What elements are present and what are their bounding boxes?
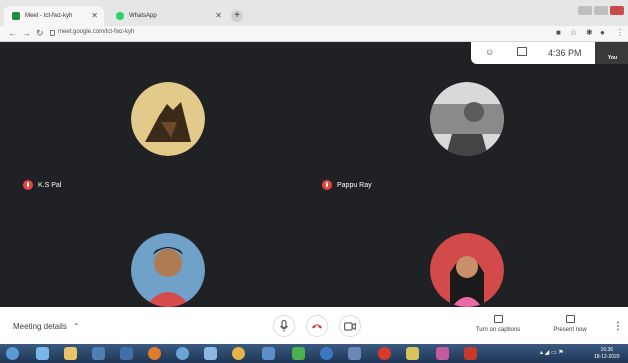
present-screen-icon <box>565 315 575 323</box>
taskbar-date: 18-12-2020 <box>594 354 620 360</box>
more-options-icon[interactable]: ⋮ <box>613 321 623 332</box>
app-icon[interactable] <box>120 347 133 360</box>
video-camera-icon <box>344 321 356 331</box>
captions-button[interactable]: Turn on captions <box>470 315 526 333</box>
firefox-icon[interactable] <box>148 347 161 360</box>
meeting-details-button[interactable]: Meeting details ⌃ <box>13 322 80 331</box>
participant-avatar-4 <box>430 233 504 307</box>
camera-icon[interactable]: ■ <box>556 28 561 37</box>
search-app-icon[interactable] <box>176 347 189 360</box>
taskbar-time: 16:36 <box>600 347 614 353</box>
tab-title: WhatsApp <box>129 13 157 19</box>
participant-name: Pappu Ray <box>337 181 372 189</box>
back-arrow-icon[interactable]: ← <box>8 28 17 38</box>
file-explorer-icon[interactable] <box>64 347 77 360</box>
close-icon[interactable]: ✕ <box>91 11 98 20</box>
whatsapp-icon <box>116 12 124 20</box>
participant-name: K.S Pal <box>38 181 62 189</box>
tab-title: Meet - tct-fwz-kyh <box>25 13 73 19</box>
meet-icon <box>12 12 20 20</box>
ie-icon[interactable] <box>36 347 49 360</box>
participant-label-ks-pal: K.S Pal <box>23 180 61 190</box>
chat-icon[interactable] <box>517 47 527 56</box>
tab-whatsapp[interactable]: WhatsApp ✕ <box>108 6 228 26</box>
participant-avatar-3 <box>131 233 205 307</box>
participant-avatar-pappu-ray <box>430 82 504 156</box>
profile-icon[interactable]: ● <box>600 28 605 37</box>
meeting-details-label: Meeting details <box>13 322 67 331</box>
lock-icon <box>50 30 55 36</box>
reload-icon[interactable]: ↻ <box>36 28 44 39</box>
app-icon[interactable] <box>204 347 217 360</box>
app-icon[interactable] <box>406 347 419 360</box>
meeting-clock: 4:36 PM <box>548 48 582 58</box>
app-icon[interactable] <box>348 347 361 360</box>
minimize-button[interactable] <box>578 6 592 15</box>
meeting-info-bar: ☺ 4:36 PM <box>471 42 595 64</box>
mic-muted-icon <box>23 180 33 190</box>
mic-muted-icon <box>322 180 332 190</box>
excel-icon[interactable] <box>292 347 305 360</box>
window-controls <box>578 6 624 15</box>
self-view-tile[interactable]: You <box>595 42 628 64</box>
new-tab-button[interactable]: + <box>231 10 243 22</box>
opera-icon[interactable] <box>378 347 391 360</box>
meeting-controls-bar: Meeting details ⌃ Turn on captions Prese… <box>0 307 628 344</box>
browser-menu-icon[interactable]: ⋮ <box>616 28 624 37</box>
bookmark-star-icon[interactable]: ☆ <box>570 28 577 37</box>
windows-taskbar: ▴ ◢ ▭ ⚑ 16:36 18-12-2020 <box>0 344 628 363</box>
taskbar-clock[interactable]: 16:36 18-12-2020 <box>594 347 620 361</box>
chevron-up-icon: ⌃ <box>73 322 80 331</box>
app-icon[interactable] <box>436 347 449 360</box>
people-icon[interactable]: ☺ <box>485 47 494 57</box>
microphone-button[interactable] <box>273 315 295 337</box>
chrome-icon[interactable] <box>232 347 245 360</box>
leave-call-button[interactable] <box>306 315 328 337</box>
app-icon[interactable] <box>262 347 275 360</box>
address-bar[interactable]: meet.google.com/tct-fwz-kyh <box>58 29 134 35</box>
microphone-icon <box>280 320 288 332</box>
self-view-label: You <box>607 55 617 61</box>
close-icon[interactable]: ✕ <box>215 11 222 20</box>
hang-up-icon <box>312 324 322 329</box>
captions-label: Turn on captions <box>475 327 521 333</box>
start-button-icon[interactable] <box>6 347 19 360</box>
present-now-button[interactable]: Present now <box>545 315 595 333</box>
tab-meet[interactable]: Meet - tct-fwz-kyh ✕ <box>4 6 104 26</box>
participant-label-pappu-ray: Pappu Ray <box>322 180 372 190</box>
pdf-reader-icon[interactable] <box>464 347 477 360</box>
maximize-button[interactable] <box>594 6 608 15</box>
browser-toolbar: ← → ↻ meet.google.com/tct-fwz-kyh ■ ☆ ✱ … <box>0 26 628 42</box>
forward-arrow-icon[interactable]: → <box>22 28 31 38</box>
meeting-stage <box>0 42 628 307</box>
camera-button[interactable] <box>339 315 361 337</box>
captions-icon <box>493 315 503 323</box>
present-label: Present now <box>553 327 587 333</box>
participant-avatar-ks-pal <box>131 82 205 156</box>
extension-icon[interactable]: ✱ <box>586 28 593 37</box>
media-player-icon[interactable] <box>92 347 105 360</box>
system-tray-icons[interactable]: ▴ ◢ ▭ ⚑ <box>540 349 564 356</box>
app-icon[interactable] <box>320 347 333 360</box>
browser-tab-strip: Meet - tct-fwz-kyh ✕ WhatsApp ✕ + <box>0 0 628 26</box>
window-close-button[interactable] <box>610 6 624 15</box>
